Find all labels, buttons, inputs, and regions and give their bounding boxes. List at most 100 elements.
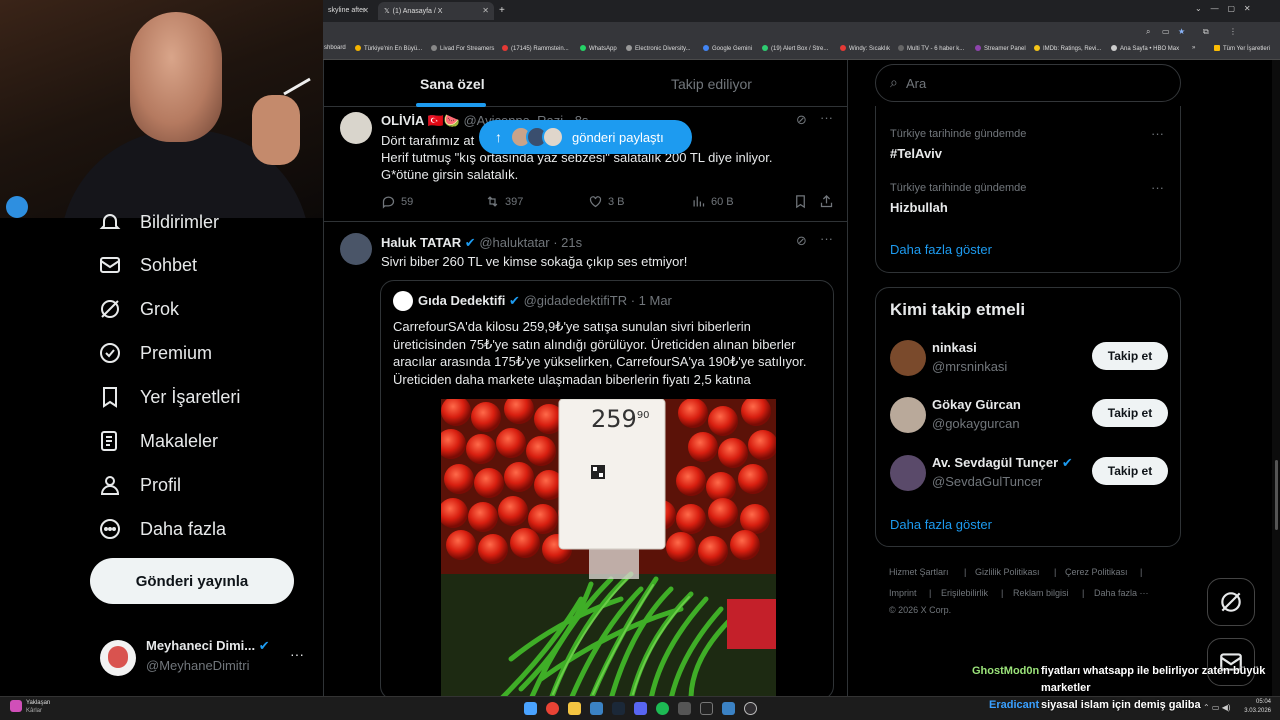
- footer-link[interactable]: Hizmet Şartları: [889, 567, 949, 577]
- new-posts-pill[interactable]: ↑ gönderi paylaştı: [479, 120, 692, 154]
- grok-icon[interactable]: ⊘: [796, 233, 807, 249]
- more-icon[interactable]: ···: [1151, 180, 1164, 195]
- bookmark-item[interactable]: (19) Alert Box / Stre...: [762, 45, 828, 52]
- trend-item[interactable]: #TelAviv: [890, 146, 942, 161]
- bookmark-item[interactable]: WhatsApp: [580, 45, 617, 52]
- trend-item[interactable]: Hizbullah: [890, 200, 948, 215]
- footer-link[interactable]: Gizlilik Politikası: [975, 567, 1040, 577]
- app-icon[interactable]: [678, 702, 691, 715]
- star-icon[interactable]: ★: [1178, 27, 1185, 36]
- bookmark-item[interactable]: Electronic Diversity...: [626, 45, 691, 52]
- spotify-icon[interactable]: [656, 702, 669, 715]
- bookmark-item[interactable]: Multi TV - 6 haber k...: [898, 45, 964, 52]
- bookmark-item[interactable]: (17145) Rammstein...: [502, 45, 569, 52]
- verified-badge-icon: ✔: [509, 293, 520, 308]
- app-icon[interactable]: [722, 702, 735, 715]
- browser-tab[interactable]: skyline after ✕: [322, 2, 374, 20]
- system-tray[interactable]: ⌃ ▭ ◀): [1203, 703, 1231, 712]
- scrollbar[interactable]: [1272, 60, 1280, 696]
- app-icon[interactable]: [590, 702, 603, 715]
- sidebar-item-notifications[interactable]: Bildirimler: [98, 200, 219, 244]
- footer-link[interactable]: Erişilebilirlik: [941, 588, 988, 598]
- more-icon[interactable]: ···: [820, 110, 833, 125]
- window-controls[interactable]: ⌄ — ▢ ✕: [1195, 4, 1251, 13]
- share-button[interactable]: [819, 194, 834, 209]
- follow-button[interactable]: Takip et: [1092, 342, 1168, 370]
- views-button[interactable]: 60 B: [691, 194, 734, 209]
- bookmark-item[interactable]: Google Gemini: [703, 45, 752, 52]
- more-icon[interactable]: ···: [820, 231, 833, 246]
- tab-for-you[interactable]: Sana özel: [420, 60, 485, 107]
- steam-icon[interactable]: [612, 702, 625, 715]
- chrome-icon[interactable]: [546, 702, 559, 715]
- bookmark-item[interactable]: shboard: [324, 45, 346, 51]
- post-button[interactable]: Gönderi yayınla: [90, 558, 294, 604]
- bookmark-icon: [103, 387, 117, 408]
- sidebar-item-grok[interactable]: Grok: [98, 287, 179, 331]
- windows-start-icon[interactable]: [524, 702, 537, 715]
- menu-icon[interactable]: ⋮: [1229, 27, 1237, 36]
- quote-tweet[interactable]: Gıda Dedektifi ✔ @gidadedektifiTR · 1 Ma…: [380, 280, 834, 696]
- sidebar-item-profile[interactable]: Profil: [98, 463, 181, 507]
- bookmark-item[interactable]: Streamer Panel: [975, 45, 1026, 52]
- footer-link[interactable]: Reklam bilgisi: [1013, 588, 1069, 598]
- sidebar-item-messages[interactable]: Sohbet: [98, 243, 197, 287]
- footer-link[interactable]: Imprint: [889, 588, 917, 598]
- extensions-icon[interactable]: ⧉: [1203, 27, 1209, 37]
- weather-label[interactable]: Yaklaşan: [26, 700, 50, 706]
- account-switcher[interactable]: Meyhaneci Dimi... ✔ @MeyhaneDimitri ···: [100, 636, 320, 680]
- who-item[interactable]: Av. Sevdagül Tunçer ✔ @SevdaGulTuncer Ta…: [890, 451, 1168, 495]
- quote-photo[interactable]: 25990: [441, 399, 776, 696]
- messages-button[interactable]: [1207, 638, 1255, 686]
- new-tab-icon[interactable]: +: [496, 2, 510, 20]
- follow-button[interactable]: Takip et: [1092, 457, 1168, 485]
- grok-icon[interactable]: ⊘: [796, 112, 807, 128]
- clock-time[interactable]: 05:04: [1247, 699, 1271, 705]
- show-more-link[interactable]: Daha fazla göster: [890, 517, 992, 532]
- sidebar-item-more[interactable]: Daha fazla: [98, 507, 226, 551]
- like-button[interactable]: 3 B: [588, 194, 625, 209]
- who-item[interactable]: ninkasi @mrsninkasi Takip et: [890, 336, 1168, 380]
- show-more-link[interactable]: Daha fazla göster: [890, 242, 992, 257]
- account-more-icon[interactable]: ···: [290, 646, 304, 662]
- follow-button[interactable]: Takip et: [1092, 399, 1168, 427]
- avatar[interactable]: [340, 233, 372, 265]
- reply-button[interactable]: 59: [381, 194, 413, 209]
- footer-link[interactable]: Çerez Politikası: [1065, 567, 1128, 577]
- app-icon[interactable]: [700, 702, 713, 715]
- bookmark-item[interactable]: Livad For Streamers: [431, 45, 494, 52]
- webcam-head: [130, 12, 222, 142]
- retweet-button[interactable]: 397: [485, 194, 523, 209]
- tweet-author[interactable]: Haluk TATAR ✔ @haluktatar · 21s: [381, 235, 582, 251]
- clock-date[interactable]: 3.03.2026: [1241, 708, 1271, 714]
- obs-icon[interactable]: [744, 702, 757, 715]
- verified-badge-icon: ✔: [464, 235, 476, 250]
- bookmark-button[interactable]: [793, 194, 808, 209]
- scrollbar-thumb[interactable]: [1275, 460, 1278, 530]
- search-input[interactable]: ⌕ Ara: [875, 64, 1181, 102]
- cast-icon[interactable]: ▭: [1162, 27, 1170, 36]
- more-icon[interactable]: ···: [1151, 126, 1164, 141]
- avatar[interactable]: [340, 112, 372, 144]
- sidebar-item-premium[interactable]: Premium: [98, 331, 212, 375]
- close-icon[interactable]: ✕: [482, 6, 489, 15]
- sidebar-item-bookmarks[interactable]: Yer İşaretleri: [98, 375, 240, 419]
- tweet[interactable]: Haluk TATAR ✔ @haluktatar · 21s ⊘ ··· Si…: [324, 223, 847, 696]
- grok-button[interactable]: [1207, 578, 1255, 626]
- footer-more[interactable]: Daha fazla ···: [1094, 588, 1149, 598]
- bookmark-item[interactable]: Türkiye'nin En Büyü...: [355, 45, 422, 52]
- sidebar-item-label: Daha fazla: [140, 518, 227, 539]
- folder-icon[interactable]: [568, 702, 581, 715]
- zoom-icon[interactable]: ⌕: [1146, 27, 1150, 37]
- tab-following[interactable]: Takip ediliyor: [671, 60, 752, 107]
- who-item[interactable]: Gökay Gürcan @gokaygurcan Takip et: [890, 393, 1168, 437]
- close-icon[interactable]: ✕: [362, 6, 369, 15]
- bookmark-item[interactable]: Ana Sayfa • HBO Max: [1111, 45, 1179, 52]
- sidebar-item-articles[interactable]: Makaleler: [98, 419, 218, 463]
- discord-icon[interactable]: [634, 702, 647, 715]
- bookmark-item[interactable]: IMDb: Ratings, Revi...: [1034, 45, 1101, 52]
- browser-tab-active[interactable]: 𝕏 (1) Anasayfa / X ✕: [378, 2, 494, 20]
- all-bookmarks[interactable]: Tüm Yer İşaretleri: [1214, 45, 1270, 52]
- bookmarks-overflow[interactable]: »: [1192, 45, 1195, 51]
- bookmark-item[interactable]: Windy: Sıcaklık: [840, 45, 890, 52]
